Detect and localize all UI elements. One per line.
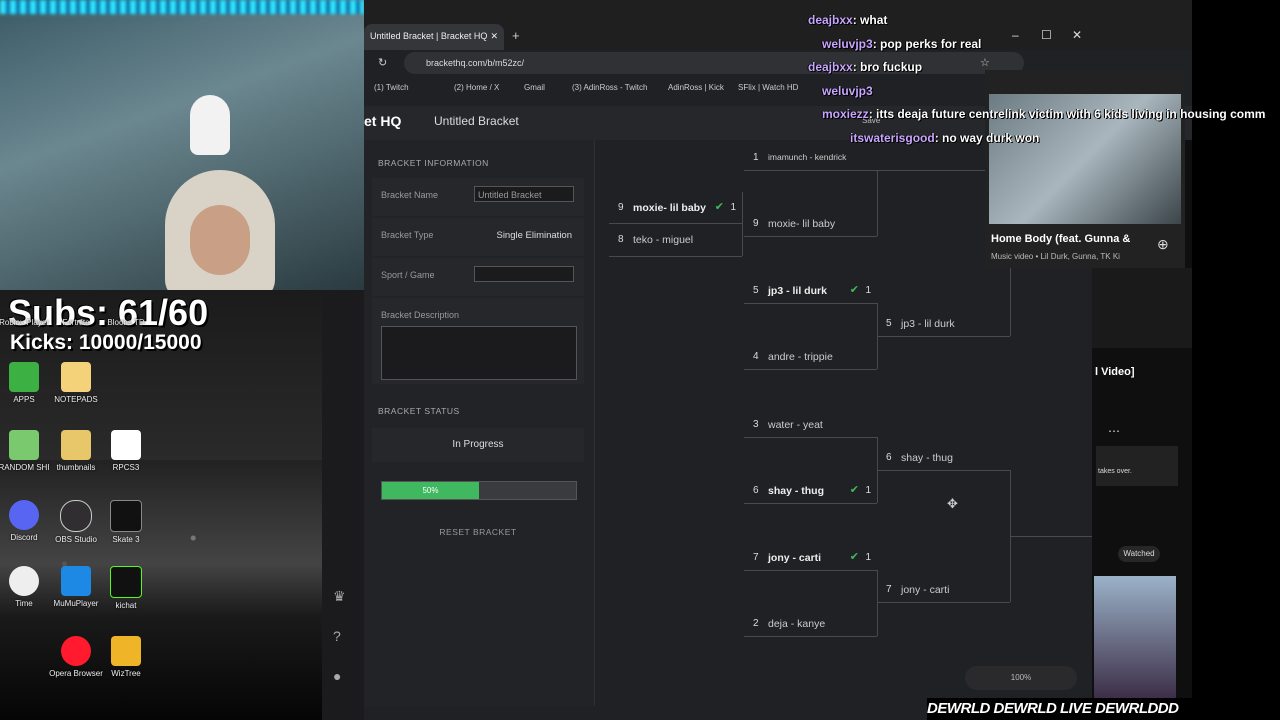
help-icon[interactable]: ? bbox=[333, 628, 341, 644]
app-sidebar-strip bbox=[322, 290, 364, 720]
close-tab-icon[interactable]: ✕ bbox=[490, 24, 498, 48]
sport-row: Sport / Game bbox=[372, 258, 584, 296]
folder-icon bbox=[61, 430, 91, 460]
move-cursor-icon: ✥ bbox=[947, 496, 958, 511]
reset-bracket-button[interactable]: RESET BRACKET bbox=[372, 515, 584, 549]
goose-plush bbox=[190, 95, 230, 155]
social-banner: DEWRLD DEWRLD LIVE DEWRLDDD bbox=[927, 698, 1280, 720]
desktop-icon-skate[interactable]: Skate 3 bbox=[94, 500, 158, 544]
opera-icon bbox=[61, 636, 91, 666]
slot[interactable]: 9 moxie- lil baby bbox=[744, 208, 877, 239]
slot[interactable]: 5 jp3 - lil durk ✔ 1 bbox=[744, 275, 877, 306]
bracket-type-row: Bracket Type Single Elimination bbox=[372, 218, 584, 256]
check-icon: ✔ bbox=[849, 484, 859, 496]
sport-input[interactable] bbox=[474, 266, 574, 282]
url-input[interactable]: brackethq.com/b/m52zc/ bbox=[404, 52, 1024, 74]
skate-icon bbox=[110, 500, 142, 532]
video-desc: takes over. bbox=[1096, 446, 1178, 486]
status-value: In Progress bbox=[372, 428, 584, 462]
bookmark-star-icon[interactable]: ☆ bbox=[980, 56, 990, 69]
desktop-icon-notepads[interactable]: NOTEPADS bbox=[44, 362, 108, 404]
desktop-icon-kichat[interactable]: kichat bbox=[94, 566, 158, 610]
slot[interactable]: 1 imamunch - kendrick bbox=[744, 142, 877, 173]
maximize-icon[interactable]: ☐ bbox=[1041, 28, 1052, 42]
chat-message: deajbxx: what bbox=[808, 13, 888, 27]
check-icon: ✔ bbox=[849, 551, 859, 563]
bookmark-adin-twitch[interactable]: (3) AdinRoss - Twitch bbox=[572, 83, 647, 92]
video-label: l Video] bbox=[1095, 366, 1135, 378]
bracket-type-select[interactable]: Single Elimination bbox=[496, 230, 572, 241]
music-title: Home Body (feat. Gunna & bbox=[991, 233, 1131, 245]
kick-icon bbox=[110, 566, 142, 598]
slot[interactable]: 6 shay - thug bbox=[877, 442, 1010, 473]
slot[interactable]: 8 teko - miguel bbox=[609, 224, 742, 255]
slot[interactable]: 7 jony - carti bbox=[877, 574, 1010, 605]
info-heading: BRACKET INFORMATION bbox=[378, 158, 489, 168]
desktop-icon-wiztree[interactable]: WizTree bbox=[94, 636, 158, 678]
slot[interactable]: 7 jony - carti ✔ 1 bbox=[744, 542, 877, 573]
video-thumbnail[interactable] bbox=[1094, 576, 1176, 702]
chat-message: moxiezz: itts deaja future centrelink vi… bbox=[822, 107, 1266, 121]
new-tab-icon[interactable]: + bbox=[512, 28, 520, 43]
watched-chip[interactable]: Watched bbox=[1118, 546, 1160, 562]
close-window-icon[interactable]: ✕ bbox=[1072, 28, 1082, 42]
check-icon: ✔ bbox=[714, 201, 724, 213]
chat-message: itswaterisgood: no way durk won bbox=[850, 131, 1040, 145]
wiztree-icon bbox=[111, 636, 141, 666]
music-card[interactable]: Home Body (feat. Gunna & Music video • L… bbox=[985, 70, 1185, 268]
folder-icon bbox=[61, 362, 91, 392]
logo[interactable]: et HQ bbox=[364, 106, 401, 136]
webcam-feed bbox=[0, 0, 365, 290]
page-title: Untitled Bracket bbox=[434, 114, 519, 128]
check-icon: ✔ bbox=[849, 284, 859, 296]
zoom-control[interactable]: 100% bbox=[965, 666, 1077, 690]
mumu-icon bbox=[61, 566, 91, 596]
streamer-face bbox=[190, 205, 250, 275]
slot[interactable]: 2 deja - kanye bbox=[744, 608, 877, 639]
slot[interactable]: 3 water - yeat bbox=[744, 409, 877, 440]
status-heading: BRACKET STATUS bbox=[378, 406, 460, 416]
chat-message: weluvjp3: pop perks for real bbox=[822, 37, 982, 51]
bookmark-adin-kick[interactable]: AdinRoss | Kick bbox=[668, 83, 724, 92]
progress-bar: 50% bbox=[381, 481, 577, 500]
progress-fill: 50% bbox=[382, 482, 479, 499]
desktop-icon-rpcs3[interactable]: RPCS3 bbox=[94, 430, 158, 472]
avatar[interactable]: ● bbox=[333, 668, 341, 684]
slot[interactable]: 5 jp3 - lil durk bbox=[877, 308, 1010, 339]
bookmark-x[interactable]: (2) Home / X bbox=[454, 83, 499, 92]
file-icon bbox=[111, 430, 141, 460]
reload-icon[interactable]: ↻ bbox=[378, 56, 387, 69]
chat-message: deajbxx: bro fuckup bbox=[808, 60, 923, 74]
bracket-info-panel: BRACKET INFORMATION Bracket Name Untitle… bbox=[364, 140, 595, 706]
bookmark-twitch[interactable]: (1) Twitch bbox=[374, 83, 409, 92]
tab-bar: Untitled Bracket | Bracket HQ ✕ + bbox=[364, 0, 1202, 50]
folder-icon bbox=[9, 362, 39, 392]
crown-icon[interactable]: ♛ bbox=[333, 588, 346, 605]
discord-icon bbox=[9, 500, 39, 530]
bracket-name-row: Bracket Name Untitled Bracket bbox=[372, 178, 584, 216]
obs-icon bbox=[60, 500, 92, 532]
clock-icon bbox=[9, 566, 39, 596]
tab-bracket[interactable]: Untitled Bracket | Bracket HQ ✕ bbox=[364, 24, 504, 50]
slot[interactable]: 6 shay - thug ✔ 1 bbox=[744, 475, 877, 506]
slot[interactable]: 9 moxie- lil baby ✔ 1 bbox=[609, 192, 742, 223]
led-strip bbox=[0, 0, 364, 14]
add-icon[interactable]: ⊕ bbox=[1157, 236, 1169, 253]
description-textarea[interactable] bbox=[381, 326, 577, 380]
chat-message: weluvjp3 bbox=[822, 84, 873, 98]
subs-counter: Subs: 61/60 bbox=[8, 292, 209, 333]
more-icon[interactable]: ⋯ bbox=[1108, 424, 1120, 438]
desktop-icon-bloons[interactable]: Bloons TD bbox=[94, 318, 158, 327]
folder-icon bbox=[9, 430, 39, 460]
minimize-icon[interactable]: – bbox=[1012, 28, 1019, 42]
slot[interactable]: 4 andre - trippie bbox=[744, 341, 877, 372]
music-subtitle: Music video • Lil Durk, Gunna, TK Ki bbox=[991, 252, 1120, 261]
bracket-name-input[interactable]: Untitled Bracket bbox=[474, 186, 574, 202]
kicks-counter: Kicks: 10000/15000 bbox=[10, 331, 202, 354]
bookmark-sflix[interactable]: SFlix | Watch HD bbox=[738, 83, 798, 92]
bookmark-gmail[interactable]: Gmail bbox=[524, 83, 545, 92]
